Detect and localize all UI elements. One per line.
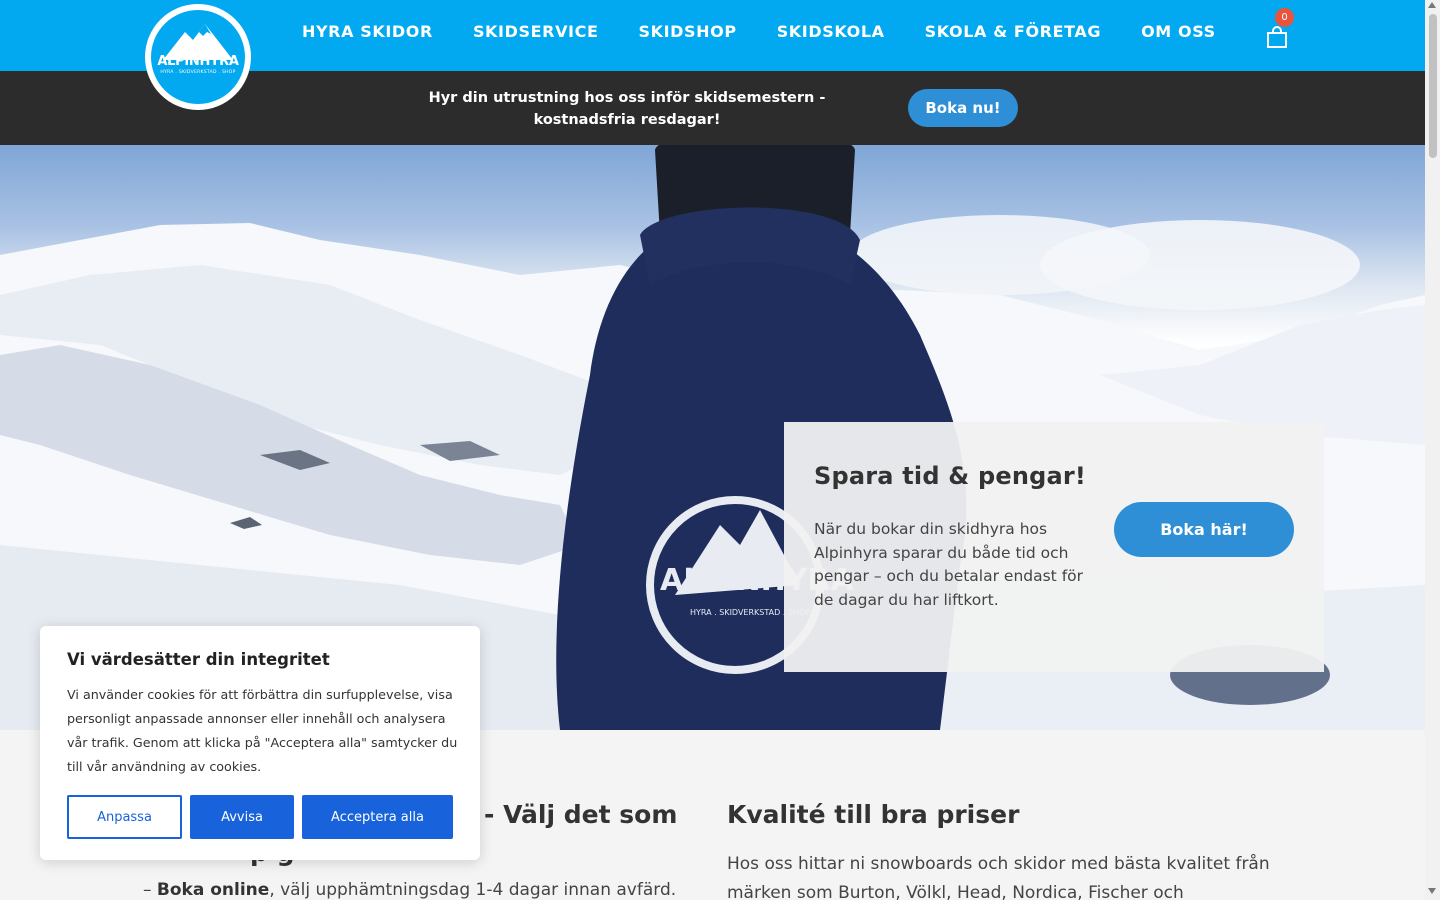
promo-text: Hyr din utrustning hos oss inför skidsem… (428, 90, 826, 128)
left-section-text: – Boka online, välj upphämtningsdag 1-4 … (143, 880, 676, 900)
book-now-button[interactable]: Boka nu! (908, 89, 1018, 127)
scroll-up-arrow-icon[interactable] (1428, 2, 1436, 8)
quality-section-title: Kvalité till bra priser (727, 800, 1020, 829)
cookie-accept-all-button[interactable]: Acceptera alla (302, 795, 453, 839)
cookie-consent-banner: Vi värdesätter din integritet Vi använde… (40, 626, 480, 860)
logo-text: ALPINHYRA (157, 53, 239, 69)
left-line-bold: Boka online (156, 880, 270, 900)
left-line-prefix: – (143, 880, 157, 900)
card-text: När du bokar din skidhyra hos Alpinhyra … (814, 520, 1084, 609)
nav-item-skola-foretag[interactable]: SKOLA & FÖRETAG (925, 22, 1101, 41)
site-logo[interactable]: ALPINHYRA HYRA . SKIDVERKSTAD . SHOP (145, 4, 251, 110)
cookie-buttons: Anpassa Avvisa Acceptera alla (67, 795, 453, 839)
left-line-rest: , välj upphämtningsdag 1-4 dagar innan a… (269, 880, 677, 900)
cookie-reject-button[interactable]: Avvisa (190, 795, 294, 839)
scroll-down-arrow-icon[interactable] (1428, 888, 1436, 894)
main-nav: HYRA SKIDOR SKIDSERVICE SKIDSHOP SKIDSKO… (302, 22, 1256, 41)
logo-badge: ALPINHYRA HYRA . SKIDVERKSTAD . SHOP (151, 10, 245, 104)
nav-item-skidservice[interactable]: SKIDSERVICE (473, 22, 599, 41)
book-here-button[interactable]: Boka här! (1114, 502, 1294, 557)
nav-item-skidskola[interactable]: SKIDSKOLA (777, 22, 885, 41)
hero-info-card: Spara tid & pengar! När du bokar din ski… (784, 422, 1324, 672)
shopping-bag-icon (1267, 26, 1287, 48)
nav-item-hyra-skidor[interactable]: HYRA SKIDOR (302, 22, 433, 41)
nav-item-om-oss[interactable]: OM OSS (1141, 22, 1216, 41)
cart-count-badge: 0 (1275, 8, 1294, 27)
cookie-title: Vi värdesätter din integritet (67, 650, 330, 669)
scrollbar-thumb[interactable] (1429, 14, 1437, 158)
cart-button[interactable] (1266, 25, 1288, 53)
card-title: Spara tid & pengar! (814, 462, 1087, 490)
cookie-text: Vi använder cookies för att förbättra di… (67, 687, 458, 774)
cookie-customize-button[interactable]: Anpassa (67, 795, 182, 839)
quality-section-text: Hos oss hittar ni snowboards och skidor … (727, 854, 1270, 900)
left-section-title: - Välj det som (484, 800, 678, 829)
logo-subtext: HYRA . SKIDVERKSTAD . SHOP (160, 69, 236, 75)
nav-item-skidshop[interactable]: SKIDSHOP (638, 22, 736, 41)
